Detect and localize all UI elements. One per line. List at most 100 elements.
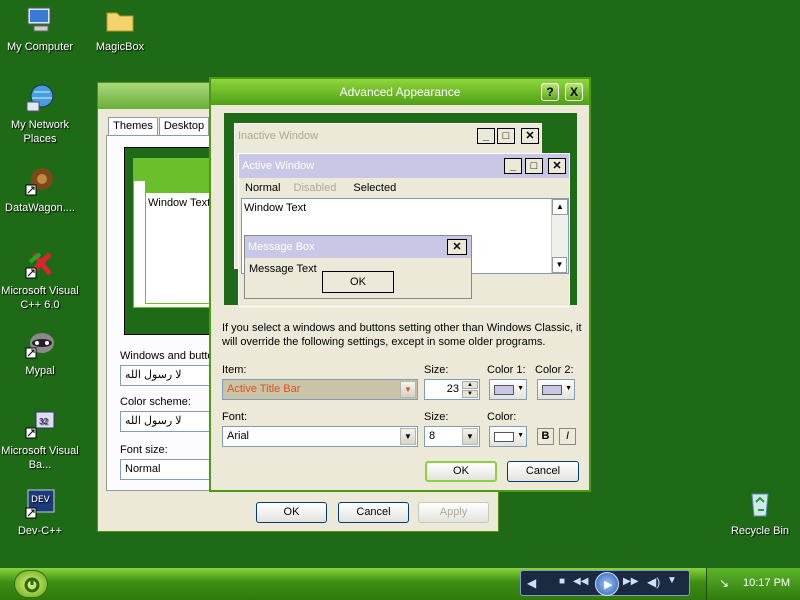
info-text: If you select a windows and buttons sett…: [222, 322, 582, 348]
font-size-select[interactable]: Normal: [120, 459, 210, 480]
chevron-down-icon: ▼: [462, 428, 478, 445]
close-icon: X: [569, 85, 578, 99]
preview-scrollbar: ▲ ▼: [551, 199, 568, 273]
chevron-down-icon: ▼: [565, 385, 572, 392]
message-ok-button[interactable]: OK: [322, 271, 394, 293]
desktop-icon-visual-cpp[interactable]: Microsoft Visual C++ 6.0: [0, 248, 80, 312]
desktop-icon-datawagon[interactable]: DataWagon....: [0, 165, 80, 215]
svg-text:DEV: DEV: [31, 495, 51, 505]
help-icon: ?: [546, 85, 554, 99]
media-prev-icon[interactable]: ◀: [527, 576, 536, 590]
ok-button[interactable]: OK: [256, 502, 327, 523]
maximize-icon: □: [497, 128, 515, 144]
italic-button[interactable]: I: [559, 428, 576, 445]
desktop-icon-my-network[interactable]: My Network Places: [0, 82, 80, 146]
desktop-icon-label: Recycle Bin: [730, 525, 790, 537]
volume-icon[interactable]: ◀): [647, 575, 660, 589]
media-back-icon[interactable]: ◀◀: [573, 576, 588, 587]
start-button[interactable]: [14, 570, 48, 598]
advanced-appearance-title-bar[interactable]: Advanced Appearance: [211, 79, 589, 105]
dialog-title: Advanced Appearance: [339, 85, 461, 99]
color1-label: Color 1:: [487, 364, 526, 376]
ok-button[interactable]: OK: [425, 461, 497, 482]
message-text: Message Text: [249, 263, 317, 275]
folder-icon: [106, 12, 134, 32]
shortcut-icon: [25, 333, 54, 359]
font-color-label: Color:: [487, 411, 517, 423]
desktop-icon-visual-basic[interactable]: 32 Microsoft Visual Ba...: [0, 408, 80, 472]
media-next-icon[interactable]: ▶▶: [623, 576, 638, 587]
desktop-icon-label: My Network Places: [10, 119, 70, 145]
play-icon: ▶: [604, 579, 613, 591]
chevron-down-icon: ▼: [517, 385, 524, 392]
clock[interactable]: 10:17 PM: [743, 577, 790, 589]
font-size-value: 8: [429, 430, 436, 442]
media-player-toolbar[interactable]: ◀ ■ ◀◀ ▶ ▶▶ ◀) ▼: [520, 570, 690, 596]
color2-swatch: [542, 385, 562, 395]
inactive-window-title: Inactive Window: [235, 124, 541, 148]
font-label: Font:: [222, 411, 248, 423]
color-scheme-select[interactable]: لا رسول الله: [120, 411, 210, 432]
computer-icon: [27, 7, 51, 32]
windows-buttons-select[interactable]: لا رسول الله: [120, 365, 210, 386]
preview-window-text: Window Text: [244, 202, 307, 214]
font-size-select[interactable]: 8 ▼: [424, 426, 480, 447]
media-play-button[interactable]: ▶: [595, 572, 619, 596]
color2-label: Color 2:: [535, 364, 574, 376]
color1-swatch: [494, 385, 514, 395]
chevron-down-icon: ▼: [517, 432, 524, 439]
cancel-button[interactable]: Cancel: [338, 502, 409, 523]
color2-picker[interactable]: ▼: [537, 379, 575, 400]
media-stop-icon[interactable]: ■: [559, 576, 565, 587]
spin-down-icon[interactable]: ▼: [462, 390, 478, 398]
apply-button[interactable]: Apply: [418, 502, 489, 523]
color1-picker[interactable]: ▼: [489, 379, 527, 400]
menu-selected: Selected: [353, 182, 397, 194]
tray-icon[interactable]: ↘: [719, 576, 729, 590]
desktop-icon-recycle-bin[interactable]: Recycle Bin: [720, 488, 800, 538]
font-select[interactable]: Arial ▼: [222, 426, 418, 447]
start-icon: [24, 577, 40, 593]
windows-buttons-label: Windows and butto: [120, 350, 214, 362]
size-spinner[interactable]: 23 ▲ ▼: [424, 379, 480, 400]
preview-message-box[interactable]: Message Box ✕ Message Text OK: [244, 235, 472, 299]
desktop-icon-label: My Computer: [6, 41, 74, 53]
font-color-picker[interactable]: ▼: [489, 426, 527, 447]
size-label: Size:: [424, 364, 449, 376]
close-button[interactable]: X: [565, 83, 583, 101]
message-box-title: Message Box: [245, 236, 471, 258]
desktop-icon-mypal[interactable]: Mypal: [0, 328, 80, 378]
desktop-icon-magicbox[interactable]: MagicBox: [80, 4, 160, 54]
color-scheme-label: Color scheme:: [120, 396, 191, 408]
close-icon: ✕: [447, 239, 467, 255]
item-select[interactable]: Active Title Bar ▼: [222, 379, 418, 400]
appearance-preview-area: Inactive Window _ □ ✕ Active Window _ □ …: [224, 113, 577, 307]
font-size-label: Size:: [424, 411, 449, 423]
minimize-icon: _: [477, 128, 495, 144]
size-value: 23: [446, 383, 459, 395]
tab-themes[interactable]: Themes: [108, 117, 158, 136]
tab-desktop[interactable]: Desktop: [159, 117, 209, 136]
help-button[interactable]: ?: [541, 83, 559, 101]
cancel-button[interactable]: Cancel: [507, 461, 579, 482]
menu-disabled: Disabled: [293, 182, 337, 194]
shortcut-icon: [25, 252, 52, 279]
shortcut-icon: [25, 168, 53, 196]
maximize-icon: □: [525, 158, 543, 174]
spin-up-icon[interactable]: ▲: [462, 381, 478, 389]
chevron-down-icon: ▼: [400, 381, 416, 398]
desktop: My Computer MagicBox My Network Places D…: [0, 0, 800, 568]
desktop-icon-dev-cpp[interactable]: DEV Dev-C++: [0, 488, 80, 538]
taskbar: ◀ ■ ◀◀ ▶ ▶▶ ◀) ▼ ↘ 10:17 PM: [0, 568, 800, 600]
desktop-icon-label: Mypal: [25, 365, 55, 377]
font-size-label: Font size:: [120, 444, 168, 456]
font-color-swatch: [494, 432, 514, 442]
shortcut-icon: DEV: [25, 489, 55, 519]
chevron-down-icon[interactable]: ▼: [667, 575, 677, 586]
font-value: Arial: [227, 430, 250, 442]
desktop-icon-label: Microsoft Visual Ba...: [1, 445, 79, 471]
shortcut-icon: 32: [25, 411, 55, 439]
bold-button[interactable]: B: [537, 428, 554, 445]
recycle-bin-icon: [751, 493, 769, 517]
desktop-icon-my-computer[interactable]: My Computer: [0, 4, 80, 54]
